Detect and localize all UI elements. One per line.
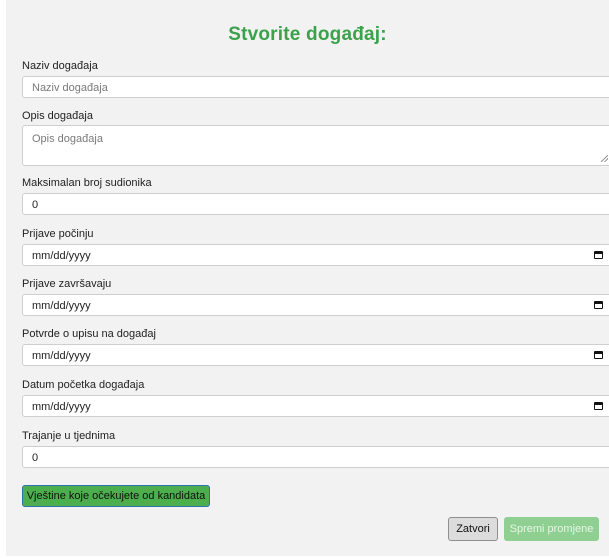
event-start-date-input[interactable]: mm/dd/yyyy [22,395,609,417]
calendar-icon[interactable] [594,251,603,259]
max-participants-input[interactable]: 0 [22,193,609,215]
calendar-icon[interactable] [594,402,603,410]
close-button[interactable]: Zatvori [448,517,498,541]
enrollment-confirmation-date-input[interactable]: mm/dd/yyyy [22,344,609,366]
event-description-label: Opis događaja [22,110,93,122]
applications-start-value: mm/dd/yyyy [32,250,91,262]
save-changes-button[interactable]: Spremi promjene [504,517,599,541]
skills-button[interactable]: Vještine koje očekujete od kandidata [22,485,210,507]
applications-end-value: mm/dd/yyyy [32,300,91,312]
event-description-textarea[interactable]: Opis događaja [22,125,609,166]
calendar-icon[interactable] [594,301,603,309]
event-start-date-value: mm/dd/yyyy [32,401,91,413]
resize-grip-icon[interactable] [601,155,608,162]
applications-start-label: Prijave počinju [22,228,94,240]
event-start-date-label: Datum početka događaja [22,379,145,391]
applications-end-date-input[interactable]: mm/dd/yyyy [22,294,609,316]
modal-title: Stvorite događaj: [228,24,387,45]
duration-weeks-input[interactable]: 0 [22,446,609,468]
max-participants-label: Maksimalan broj sudionika [22,177,152,189]
applications-start-date-input[interactable]: mm/dd/yyyy [22,244,609,266]
create-event-modal: Stvorite događaj: Naziv događaja Naziv d… [6,0,609,556]
calendar-icon[interactable] [594,351,603,359]
applications-end-label: Prijave završavaju [22,278,112,290]
event-name-label: Naziv događaja [22,60,98,72]
event-name-input[interactable]: Naziv događaja [22,76,609,98]
enrollment-confirmation-label: Potvrde o upisu na događaj [22,328,156,340]
duration-weeks-label: Trajanje u tjednima [22,430,116,442]
enrollment-confirmation-value: mm/dd/yyyy [32,350,91,362]
event-description-placeholder: Opis događaja [32,133,103,145]
